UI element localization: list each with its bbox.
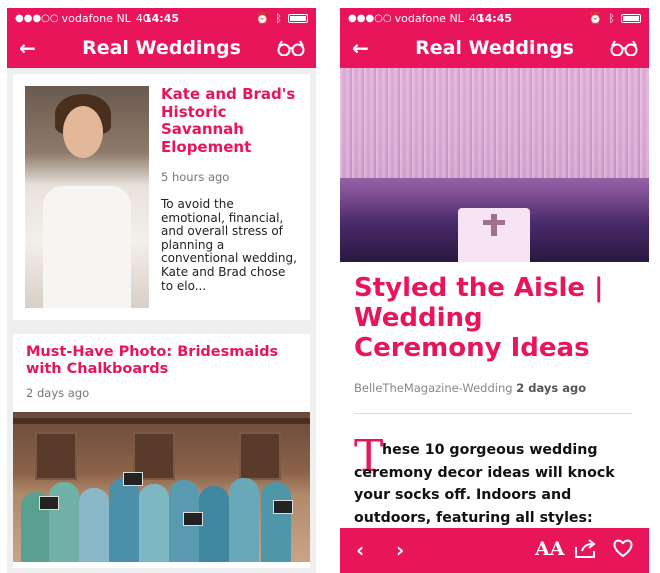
article-time: 2 days ago xyxy=(516,381,587,395)
article-excerpt: To avoid the emotional, financial, and o… xyxy=(161,197,297,293)
nav-title: Real Weddings xyxy=(82,37,241,59)
carrier-label: vodafone NL xyxy=(394,11,464,25)
phone-right-screen: ●●●○○ vodafone NL 4G 14:45 ⏰ ᛒ ← Real We… xyxy=(340,8,649,573)
signal-icon: ●●●○○ xyxy=(348,12,392,24)
status-time: 14:45 xyxy=(143,11,180,25)
article-headline[interactable]: Kate and Brad's Historic Savannah Elopem… xyxy=(161,85,301,156)
alarm-icon: ⏰ xyxy=(588,11,603,25)
chevron-left-icon[interactable]: ‹ xyxy=(356,538,364,562)
chevron-right-icon[interactable]: › xyxy=(396,538,404,562)
status-time: 14:45 xyxy=(476,11,513,25)
phone-left-screen: ●●●○○ vodafone NL 4G 14:45 ⏰ ᛒ ← Real We… xyxy=(7,8,316,573)
glasses-icon[interactable] xyxy=(609,40,639,60)
bluetooth-icon: ᛒ xyxy=(608,11,615,25)
article-body: hese 10 gorgeous wedding ceremony decor … xyxy=(354,442,615,526)
article-time: 2 days ago xyxy=(26,386,90,400)
divider xyxy=(354,413,632,414)
heart-icon[interactable] xyxy=(612,538,634,563)
status-bar: ●●●○○ vodafone NL 4G 14:45 ⏰ ᛒ xyxy=(340,8,649,28)
status-bar: ●●●○○ vodafone NL 4G 14:45 ⏰ ᛒ xyxy=(7,8,316,28)
back-arrow-icon[interactable]: ← xyxy=(352,36,369,60)
nav-bar: ← Real Weddings xyxy=(340,28,649,68)
nav-title: Real Weddings xyxy=(415,37,574,59)
bluetooth-icon: ᛒ xyxy=(275,11,282,25)
back-arrow-icon[interactable]: ← xyxy=(19,36,36,60)
carrier-label: vodafone NL xyxy=(61,11,131,25)
battery-icon xyxy=(621,13,641,23)
article-card[interactable]: Must-Have Photo: Bridesmaids with Chalkb… xyxy=(13,334,310,568)
share-icon[interactable] xyxy=(574,539,598,564)
article-title: Styled the Aisle | Wedding Ceremony Idea… xyxy=(354,273,604,363)
alarm-icon: ⏰ xyxy=(255,11,270,25)
article-thumbnail[interactable] xyxy=(25,86,149,308)
font-size-icon[interactable]: AA xyxy=(535,538,564,560)
article-time: 5 hours ago xyxy=(161,170,230,184)
glasses-icon[interactable] xyxy=(276,40,306,60)
article-headline[interactable]: Must-Have Photo: Bridesmaids with Chalkb… xyxy=(26,344,316,378)
article-meta: BelleTheMagazine-Wedding 2 days ago xyxy=(354,381,586,395)
battery-icon xyxy=(288,13,308,23)
article-card[interactable]: Kate and Brad's Historic Savannah Elopem… xyxy=(13,74,310,320)
signal-icon: ●●●○○ xyxy=(15,12,59,24)
article-toolbar: ‹ › AA xyxy=(340,528,649,573)
article-photo[interactable] xyxy=(13,412,310,562)
nav-bar: ← Real Weddings xyxy=(7,28,316,68)
article-hero-image xyxy=(340,68,649,262)
article-source: BelleTheMagazine-Wedding xyxy=(354,381,513,395)
